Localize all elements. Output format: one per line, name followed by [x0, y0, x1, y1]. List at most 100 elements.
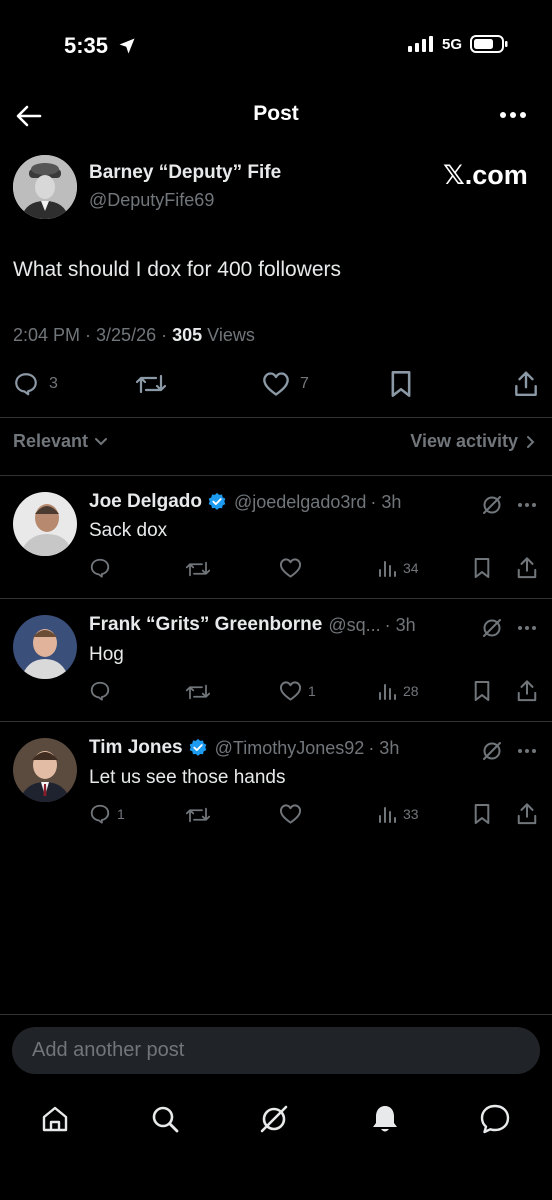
chevron-down-icon	[94, 437, 108, 447]
reply-handle[interactable]: @TimothyJones92	[215, 738, 365, 759]
reply-text: Sack dox	[89, 520, 168, 541]
reply-header: Joe Delgado @joedelgado3rd · 3h	[89, 491, 401, 513]
more-icon[interactable]	[500, 110, 526, 120]
bookmark-icon[interactable]	[473, 680, 491, 702]
reply-text: Hog	[89, 644, 124, 665]
location-arrow-icon	[118, 37, 136, 55]
status-indicators: 5G	[407, 35, 508, 53]
reply-item[interactable]: Joe Delgado @joedelgado3rd · 3h Sack dox…	[0, 476, 552, 598]
reply-icon	[89, 557, 111, 579]
more-icon[interactable]	[517, 502, 537, 508]
reply-like-action[interactable]	[279, 557, 308, 579]
bookmark-icon[interactable]	[473, 803, 491, 825]
like-icon	[279, 803, 302, 825]
reply-icon	[13, 371, 39, 397]
grok-icon[interactable]	[481, 740, 503, 762]
views-count: 28	[403, 683, 419, 699]
grok-icon[interactable]	[481, 617, 503, 639]
relevant-dropdown[interactable]: Relevant	[13, 431, 108, 452]
retweet-icon[interactable]	[186, 805, 210, 825]
verified-badge-icon	[188, 738, 208, 758]
reply-icon	[89, 680, 111, 702]
views-count: 305	[172, 325, 203, 345]
like-icon	[279, 557, 302, 579]
network-label: 5G	[441, 35, 462, 53]
home-icon[interactable]	[40, 1104, 70, 1134]
views-label: Views	[202, 325, 255, 345]
post-text: What should I dox for 400 followers	[13, 258, 342, 281]
grok-icon[interactable]	[481, 494, 503, 516]
post-time: 2:04 PM · 3/25/26 ·	[13, 325, 173, 345]
reply-icon	[89, 803, 111, 825]
author-handle[interactable]: @DeputyFife69	[89, 190, 214, 211]
views-count: 33	[403, 806, 419, 822]
bookmark-icon[interactable]	[473, 557, 491, 579]
search-icon[interactable]	[150, 1104, 180, 1134]
like-count: 7	[300, 375, 309, 392]
compose-bar[interactable]	[12, 1027, 540, 1074]
reply-item[interactable]: Tim Jones @TimothyJones92 · 3h Let us se…	[0, 722, 552, 844]
reply-handle[interactable]: @sq...	[328, 615, 380, 636]
signal-icon	[407, 36, 434, 52]
reply-item[interactable]: Frank “Grits” Greenborne @sq... · 3h Hog…	[0, 599, 552, 721]
reply-views-action[interactable]: 34	[377, 558, 419, 578]
verified-badge-icon	[207, 492, 227, 512]
brand-watermark: 𝕏.com	[443, 160, 528, 190]
battery-icon	[470, 35, 508, 53]
share-icon[interactable]	[516, 679, 538, 703]
reply-time: · 3h	[384, 614, 416, 635]
messages-icon[interactable]	[479, 1103, 511, 1135]
status-time: 5:35	[64, 33, 109, 58]
reply-author-name[interactable]: Tim Jones	[89, 737, 183, 759]
reply-handle[interactable]: @joedelgado3rd	[234, 492, 366, 513]
grok-icon[interactable]	[258, 1103, 290, 1135]
retweet-icon[interactable]	[186, 559, 210, 579]
like-count: 1	[308, 683, 316, 699]
author-name[interactable]: Barney “Deputy” Fife	[89, 162, 281, 184]
reply-like-action[interactable]: 1	[279, 680, 316, 702]
reply-avatar[interactable]	[13, 738, 77, 802]
reply-views-action[interactable]: 33	[377, 804, 419, 824]
share-icon[interactable]	[516, 556, 538, 580]
share-icon[interactable]	[516, 802, 538, 826]
bell-icon[interactable]	[370, 1103, 400, 1135]
view-activity-link[interactable]: View activity	[410, 431, 536, 452]
reply-time: · 3h	[368, 737, 400, 758]
chevron-right-icon	[526, 435, 536, 449]
share-icon[interactable]	[513, 370, 539, 398]
bookmark-icon[interactable]	[389, 370, 413, 398]
reply-reply-action[interactable]: 1	[89, 803, 125, 825]
reply-count: 3	[49, 375, 58, 392]
reply-avatar[interactable]	[13, 492, 77, 556]
views-count: 34	[403, 560, 419, 576]
reply-header: Tim Jones @TimothyJones92 · 3h	[89, 737, 399, 759]
reply-author-name[interactable]: Joe Delgado	[89, 491, 202, 513]
reply-like-action[interactable]	[279, 803, 308, 825]
reply-header: Frank “Grits” Greenborne @sq... · 3h	[89, 614, 416, 636]
reply-author-name[interactable]: Frank “Grits” Greenborne	[89, 614, 322, 636]
relevant-label: Relevant	[13, 431, 89, 451]
compose-input[interactable]	[30, 1038, 540, 1063]
page-title: Post	[253, 102, 299, 125]
divider	[0, 417, 552, 418]
retweet-icon[interactable]	[136, 372, 166, 396]
post-like-action[interactable]: 7	[262, 371, 309, 397]
more-icon[interactable]	[517, 625, 537, 631]
like-icon	[262, 371, 290, 397]
reply-time: · 3h	[370, 491, 402, 512]
retweet-icon[interactable]	[186, 682, 210, 702]
reply-views-action[interactable]: 28	[377, 681, 419, 701]
more-icon[interactable]	[517, 748, 537, 754]
reply-reply-action[interactable]	[89, 680, 117, 702]
reply-text: Let us see those hands	[89, 767, 286, 788]
like-icon	[279, 680, 302, 702]
reply-reply-action[interactable]	[89, 557, 117, 579]
reply-avatar[interactable]	[13, 615, 77, 679]
post-reply-action[interactable]: 3	[13, 371, 58, 397]
divider	[0, 1014, 552, 1015]
view-activity-label: View activity	[410, 431, 518, 451]
views-icon	[377, 681, 397, 701]
author-avatar[interactable]	[13, 155, 77, 219]
views-icon	[377, 804, 397, 824]
post-meta: 2:04 PM · 3/25/26 · 305 Views	[13, 325, 255, 346]
